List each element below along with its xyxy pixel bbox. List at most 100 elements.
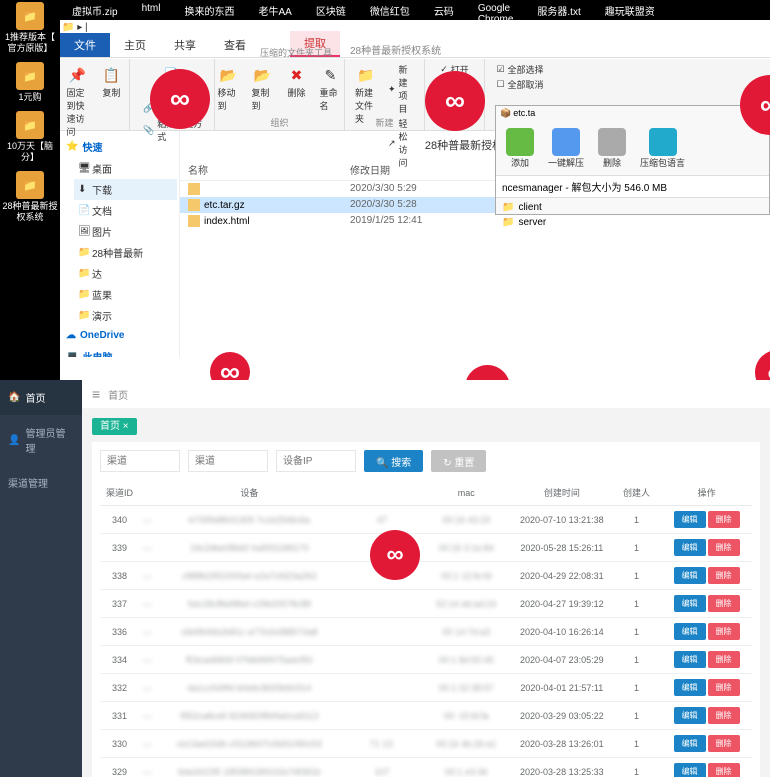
table-row: 330—cb13ad15db c9118607c0b91090c5371 13:… [100,730,752,758]
table-header[interactable] [139,480,155,506]
desktop-icon[interactable]: 📁1元购 [0,62,60,103]
nav-downloads[interactable]: ⬇下载 [74,179,177,200]
table-header[interactable]: 渠道ID [100,480,139,506]
wr-item[interactable]: 📁 client [502,200,763,215]
delete-button[interactable]: 删除 [708,651,740,668]
folder-icon [188,183,200,195]
share-tab[interactable]: 共享 [160,33,210,57]
top-tab[interactable]: 服务器.txt [525,0,592,20]
edit-button[interactable]: 编辑 [674,595,706,612]
wr-lang-btn[interactable]: 压缩包语言 [640,128,685,169]
top-tab[interactable]: 虚拟币.zip [60,0,130,20]
edit-button[interactable]: 编辑 [674,707,706,724]
delete-button[interactable]: 删除 [708,763,740,777]
archive-window[interactable]: 📦etc.ta 添加 一键解压 删除 压缩包语言 ncesmanager - 解… [495,105,770,215]
edit-button[interactable]: 编辑 [674,763,706,777]
table-row: 336—cbb9646b2b81c a77b1b388074a8 00 14:7… [100,618,752,646]
search-channel-2[interactable] [188,450,268,472]
delete-button[interactable]: 删除 [708,539,740,556]
watermark-badge [465,365,510,380]
pin-btn[interactable]: 📌固定到快 速访问 [63,62,93,140]
file-icon [188,199,200,211]
search-button[interactable]: 🔍 搜索 [364,450,423,472]
nav-folder28[interactable]: 📁28种普最新 [74,242,177,263]
top-tab[interactable]: 云码 [422,0,466,20]
table-row: 338—c888b2951000a4 e2a7cfd23a263 00:1 12… [100,562,752,590]
delete-button[interactable]: 删除 [708,567,740,584]
top-tab[interactable]: 区块链 [304,0,358,20]
wr-delete-btn[interactable]: 删除 [598,128,626,169]
table-row: 332—da1cc549fd b0e6c9b59b60314 00:1 02:3… [100,674,752,702]
menu-toggle-icon[interactable]: ≡ [92,386,100,402]
edit-button[interactable]: 编辑 [674,679,706,696]
delete-btn[interactable]: ✖删除 [282,62,312,114]
moveto-btn[interactable]: 📂移动到 [214,62,244,114]
edit-button[interactable]: 编辑 [674,539,706,556]
wr-extract-btn[interactable]: 一键解压 [548,128,584,169]
desktop-icon[interactable]: 📁10万天【脑 分】 [0,111,60,163]
nav-demo[interactable]: 📁演示 [74,305,177,326]
desktop-icon[interactable]: 📁28种普最新授 权系统 [0,171,60,223]
delete-button[interactable]: 删除 [708,623,740,640]
watermark-badge [210,352,250,380]
edit-button[interactable]: 编辑 [674,735,706,752]
wr-add-btn[interactable]: 添加 [506,128,534,169]
table-row: 340—b7399d8631309 7ccb2546c6a47 00:16 43… [100,506,752,534]
file-tab[interactable]: 文件 [60,33,110,57]
top-tab[interactable]: 微信红包 [358,0,422,20]
file-icon [188,215,200,227]
delete-button[interactable]: 删除 [708,679,740,696]
window-title: 28种普最新授权系统 [350,42,441,57]
sidebar-channel[interactable]: 渠道管理 [0,465,82,500]
newitem-btn[interactable]: ✦新建项目 [385,62,418,116]
desktop-icon[interactable]: 📁1推荐版本【 官方原版】 [0,2,60,54]
nav-openbox[interactable]: 📁蓝果 [74,284,177,305]
nav-thispc[interactable]: 💻 此电脑 [62,345,177,357]
table-row: 337—5dc28cf8a98bd c29b20578c88 52:14 dd:… [100,590,752,618]
col-date[interactable]: 修改日期 [350,162,460,177]
top-tab[interactable]: Google Chrome [466,0,526,20]
edit-button[interactable]: 编辑 [674,511,706,528]
nav-onedrive[interactable]: ☁ OneDrive [62,326,177,345]
table-header[interactable]: mac [426,480,507,506]
top-tab[interactable]: 趣玩联盟资 料.txt [593,0,667,20]
nav-pictures[interactable]: 🖼图片 [74,221,177,242]
col-name[interactable]: 名称 [180,162,350,177]
sidebar-home[interactable]: 🏠 首页 [0,380,82,415]
top-tab[interactable]: 换来的东西 [172,0,246,20]
table-row: 331—f952ca8cd4 824fd50f849a0ca9113 00: 1… [100,702,752,730]
nav-documents[interactable]: 📄文档 [74,200,177,221]
table-row: 339—19c2dbe08bb0 6a5f31189170 00:16 3:1e… [100,534,752,562]
watermark-badge [425,71,485,131]
wr-item[interactable]: 📁 server [502,215,763,230]
breadcrumb-tab[interactable]: 首页 × [92,418,137,435]
top-tab[interactable]: 老牛AA [246,0,303,20]
reset-button[interactable]: ↻ 重置 [431,450,486,472]
view-tab[interactable]: 查看 [210,33,260,57]
watermark-badge [370,530,420,580]
rename-btn[interactable]: ✎重命名 [316,62,346,114]
copyto-btn[interactable]: 📂复制到 [248,62,278,114]
selectall-btn[interactable]: ☑全部选择 [493,62,546,77]
table-header[interactable] [343,480,421,506]
table-header[interactable]: 操作 [661,480,752,506]
delete-button[interactable]: 删除 [708,511,740,528]
search-ip[interactable] [276,450,356,472]
copy-btn[interactable]: 📋复制 [97,62,127,140]
delete-button[interactable]: 删除 [708,707,740,724]
sidebar-admin[interactable]: 👤 管理员管理 [0,415,82,465]
selectnone-btn[interactable]: ☐全部取消 [493,77,546,92]
top-tab[interactable]: html [130,0,173,20]
nav-desktop[interactable]: 🖥桌面 [74,158,177,179]
nav-da[interactable]: 📁达 [74,263,177,284]
search-channel-1[interactable] [100,450,180,472]
home-tab[interactable]: 主页 [110,33,160,57]
delete-button[interactable]: 删除 [708,595,740,612]
table-header[interactable]: 创建人 [617,480,656,506]
table-header[interactable]: 设备 [155,480,343,506]
table-header[interactable]: 创建时间 [507,480,617,506]
edit-button[interactable]: 编辑 [674,567,706,584]
edit-button[interactable]: 编辑 [674,651,706,668]
edit-button[interactable]: 编辑 [674,623,706,640]
delete-button[interactable]: 删除 [708,735,740,752]
